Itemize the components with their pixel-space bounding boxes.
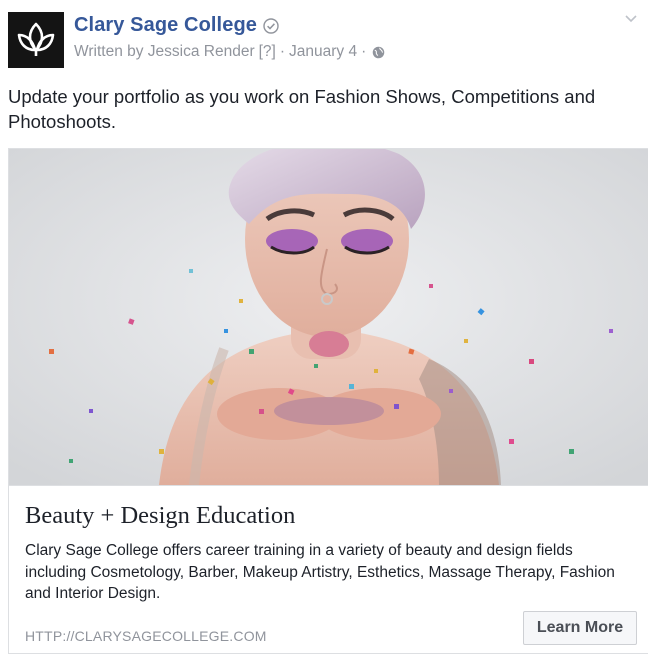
link-title[interactable]: Beauty + Design Education bbox=[25, 502, 295, 530]
learn-more-button[interactable]: Learn More bbox=[523, 611, 637, 645]
link-preview-body: Beauty + Design Education Clary Sage Col… bbox=[9, 485, 648, 656]
link-domain: HTTP://CLARYSAGECOLLEGE.COM bbox=[25, 628, 267, 644]
post-date-link[interactable]: January 4 bbox=[289, 43, 357, 61]
chevron-down-icon[interactable] bbox=[624, 14, 638, 24]
author-credit: Written by Jessica Render bbox=[74, 43, 255, 60]
post-meta: Written by Jessica Render [?] · January … bbox=[74, 43, 385, 61]
page-avatar[interactable] bbox=[8, 12, 64, 68]
link-preview-image[interactable] bbox=[9, 149, 648, 485]
page-name-link[interactable]: Clary Sage College bbox=[74, 14, 257, 37]
glitter-portrait-illustration bbox=[9, 149, 648, 485]
globe-icon[interactable] bbox=[372, 46, 385, 59]
post-message: Update your portfolio as you work on Fas… bbox=[8, 86, 596, 132]
leaf-logo-icon bbox=[17, 22, 55, 56]
link-description: Clary Sage College offers career trainin… bbox=[25, 542, 615, 602]
post-header: Clary Sage College Written by Jessica Re… bbox=[8, 8, 638, 68]
page-name-row: Clary Sage College bbox=[74, 14, 279, 37]
link-preview-card[interactable]: Beauty + Design Education Clary Sage Col… bbox=[8, 148, 648, 654]
verified-check-icon bbox=[263, 17, 279, 34]
feed-post: Clary Sage College Written by Jessica Re… bbox=[0, 0, 648, 654]
meta-separator-2: · bbox=[361, 43, 367, 60]
help-link[interactable]: [?] bbox=[259, 43, 276, 61]
meta-separator: · bbox=[279, 43, 286, 60]
